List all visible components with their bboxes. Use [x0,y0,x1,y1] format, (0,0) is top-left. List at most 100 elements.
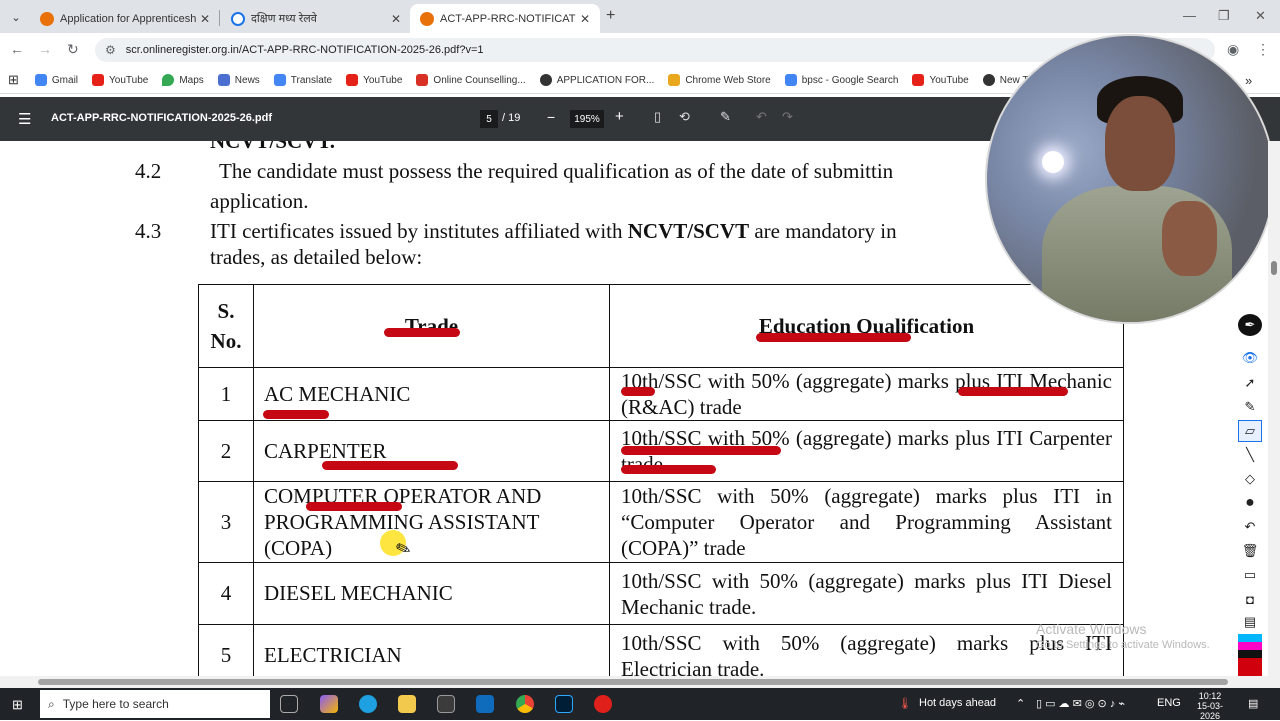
rotate-icon[interactable]: ⟲ [679,109,690,125]
bookmark-application-for[interactable]: APPLICATION FOR... [539,74,654,86]
forward-icon[interactable]: → [38,41,52,57]
site-info-icon[interactable]: ⚙ [105,43,116,57]
redo-icon[interactable]: ↷ [782,109,793,125]
task-view-icon[interactable] [280,695,298,713]
web-store-icon [668,74,681,86]
tab-search-dropdown-icon[interactable]: ⌄ [4,6,28,28]
cell-qualification: 10th/SSC with 50% (aggregate) marks plus… [609,562,1124,625]
zoom-in-icon[interactable]: + [615,108,624,125]
chrome-icon[interactable] [516,695,534,713]
trash-icon[interactable]: 🗑 [1238,540,1262,562]
undo-icon[interactable]: ↶ [756,109,767,125]
show-hidden-icons[interactable]: ⌃ [1016,697,1025,710]
vertical-scrollbar[interactable] [1268,141,1280,676]
eye-icon[interactable]: 👁 [1238,347,1262,369]
bookmark-news[interactable]: News [217,74,260,86]
copilot-icon[interactable] [320,695,338,713]
color-swatch[interactable] [1238,650,1262,658]
activate-windows-watermark: Activate Windows Go to Settings to activ… [1036,621,1210,651]
pen-tool-main-icon[interactable]: ✒ [1238,314,1262,336]
bookmark-online-counselling[interactable]: Online Counselling... [416,74,526,86]
undo-annotation-icon[interactable]: ↶ [1238,516,1262,538]
close-window-icon[interactable]: ✕ [1255,8,1266,24]
bookmark-translate[interactable]: Translate [273,74,332,86]
highlighter-icon[interactable]: ▱ [1238,420,1262,442]
section-text: application. [210,189,309,213]
clock[interactable]: 10:12 15-03-2026 [1190,691,1230,721]
google-icon [784,74,797,86]
color-swatch[interactable] [1238,658,1262,676]
color-swatch[interactable] [1238,642,1262,650]
taskbar-search-input[interactable]: ⌕ Type here to search [40,690,270,718]
cell-sno: 2 [198,420,254,482]
globe-icon [539,74,552,86]
camera-icon[interactable]: ◘ [1238,588,1262,610]
pdf-menu-icon[interactable]: ☰ [18,110,31,128]
language-indicator[interactable]: ENG [1157,697,1181,709]
weather-text[interactable]: Hot days ahead [919,697,996,709]
color-swatch[interactable] [1238,634,1262,642]
line-icon[interactable]: ╲ [1238,444,1262,466]
zoom-out-icon[interactable]: − [547,109,555,125]
bookmark-maps[interactable]: Maps [162,74,204,86]
section-number: 4.2 [135,159,162,183]
page-number-input[interactable]: 5 [480,110,498,128]
tab-close-icon[interactable]: ✕ [200,12,210,26]
whiteboard-icon[interactable]: ▭ [1238,564,1262,586]
bookmark-chrome-web-store[interactable]: Chrome Web Store [668,74,771,86]
edge-icon[interactable] [359,695,377,713]
fit-page-icon[interactable]: ▯ [654,109,661,125]
photoshop-icon[interactable] [555,695,573,713]
profile-icon[interactable]: ◉ [1227,41,1239,58]
bookmark-youtube-3[interactable]: YouTube [912,74,969,86]
back-icon[interactable]: ← [10,41,24,57]
browser-menu-icon[interactable]: ⋮ [1256,41,1270,58]
scroll-thumb[interactable] [1271,261,1277,275]
annotation-underline [384,328,460,337]
clipboard-icon[interactable]: ▤ [1238,611,1262,633]
url-input[interactable]: ⚙ scr.onlineregister.org.in/ACT-APP-RRC-… [95,38,1215,62]
horizontal-scrollbar[interactable] [0,676,1280,688]
pen-icon[interactable]: ✎ [1238,396,1262,418]
restore-icon[interactable]: ❐ [1218,8,1230,24]
outlook-icon[interactable] [476,695,494,713]
globe-icon [231,11,245,26]
presenter-hand [1162,201,1217,276]
header-trade: Trade [253,284,610,368]
bookmark-youtube[interactable]: YouTube [92,74,148,86]
eraser-icon[interactable]: ◇ [1238,468,1262,490]
zoom-input[interactable]: 195% [570,110,604,128]
windows-start-icon[interactable]: ⊞ [12,697,23,713]
bookmark-bpsc-search[interactable]: bpsc - Google Search [784,74,898,86]
bookmark-youtube-2[interactable]: YouTube [346,74,402,86]
notifications-icon[interactable]: ▤ [1248,697,1258,710]
bookmark-gmail[interactable]: Gmail [34,74,78,86]
table-row: 3 COMPUTER OPERATOR AND PROGRAMMING ASSI… [198,481,1124,563]
screen-recorder-icon[interactable] [594,695,612,713]
draw-icon[interactable]: ✎ [720,109,731,125]
weather-thermometer-icon: 🌡 [898,698,912,710]
pointer-icon[interactable]: ➚ [1238,372,1262,394]
scroll-thumb[interactable] [38,679,1228,685]
more-bookmarks-icon[interactable]: » [1245,73,1252,88]
new-tab-icon[interactable]: + [606,7,615,25]
annotation-underline [306,502,402,511]
tray-icons[interactable]: ▯ ▭ ☁ ✉ ◎ ⊙ ♪ ⌁ [1036,697,1125,710]
tab-pdf-notification[interactable]: ACT-APP-RRC-NOTIFICATION-2 ✕ [410,4,600,33]
presenter-face [1105,96,1175,191]
cell-sno: 3 [198,481,254,563]
tab-apprenticeship[interactable]: Application for Apprenticeship ✕ [30,4,220,33]
globe-icon [982,74,995,86]
tab-close-icon[interactable]: ✕ [580,12,590,26]
minimize-icon[interactable]: — [1183,8,1196,23]
tab-close-icon[interactable]: ✕ [391,12,401,26]
color-palette[interactable] [1238,634,1262,676]
apps-grid-icon[interactable]: ⊞ [8,72,19,88]
tab-south-central-railway[interactable]: दक्षिण मध्य रेलवे ✕ [221,4,411,33]
store-icon[interactable] [437,695,455,713]
file-explorer-icon[interactable] [398,695,416,713]
reload-icon[interactable]: ↻ [67,41,79,58]
color-dot-icon[interactable]: ● [1238,492,1262,514]
google-icon [34,74,47,86]
taskbar: ⊞ ⌕ Type here to search 🌡 Hot days ahead… [0,688,1280,721]
